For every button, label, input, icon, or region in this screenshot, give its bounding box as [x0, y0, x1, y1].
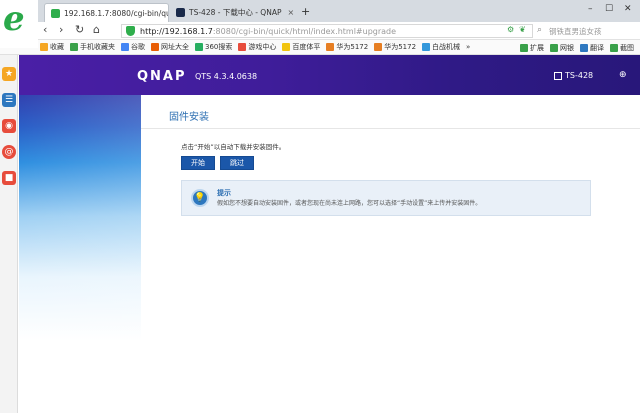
tip-title: 提示 [217, 189, 231, 197]
bookmark-huawei-1[interactable]: 华为5172 [326, 42, 368, 52]
browser-logo: e [0, 0, 38, 48]
tab-title: 192.168.1.7:8080/cgi-bin/quic [64, 8, 169, 18]
divider [141, 128, 640, 129]
model-name: TS-428 [565, 71, 594, 80]
bookmark-label: 白战机械 [432, 43, 461, 51]
scissors-icon [610, 43, 618, 52]
bookmarks-bar: 收藏 手机收藏夹 谷歌 网址大全 360搜索 游戏中心 百度体平 华为5172 … [0, 40, 640, 55]
bookmark-label: 网址大全 [161, 43, 189, 51]
star-icon[interactable]: ★ [2, 67, 16, 81]
360-icon [195, 43, 203, 51]
toolbar-right: 扩展 网银 翻译 截图 [516, 40, 640, 54]
google-icon [121, 43, 129, 51]
skip-button[interactable]: 跳过 [220, 156, 254, 170]
firmware-panel: 固件安装 点击“开始”以自动下载并安装固件。 开始 跳过 💡 提示 假如您不想要… [141, 95, 640, 413]
tab-title: TS-428 - 下载中心 - QNAP [189, 8, 282, 17]
qnap-page: QNAP QTS 4.3.4.0638 TS-428 ⊕ 固件安装 点击“开始”… [19, 55, 640, 413]
address-host: http://192.168.1.7 [140, 26, 213, 36]
bookmarks-more[interactable]: » [466, 43, 470, 51]
bookmark-label: 截图 [620, 43, 634, 52]
minimize-button[interactable]: – [588, 4, 593, 14]
sites-icon [151, 43, 159, 51]
bookmark-360[interactable]: 360搜索 [195, 42, 232, 52]
bookmark-label: 谷歌 [131, 43, 145, 51]
leaf-icon[interactable]: ❦ [519, 25, 526, 34]
bank-icon [550, 43, 558, 52]
maximize-button[interactable]: ☐ [605, 4, 613, 14]
star-icon [40, 43, 48, 51]
close-window-button[interactable]: ✕ [624, 4, 632, 14]
bookmark-label: 华为5172 [384, 43, 417, 51]
qnap-logo: QNAP [137, 69, 187, 84]
tip-box: 💡 提示 假如您不想要自动安装固件，或者您现在尚未连上网路，您可以选择“手动设置… [181, 180, 591, 216]
security-shield-icon [126, 26, 135, 36]
page-icon [51, 8, 60, 18]
game-icon[interactable]: ■ [2, 171, 16, 185]
bookmark-label: 百度体平 [292, 43, 321, 51]
extensions-button[interactable]: 扩展 [520, 43, 544, 53]
extension-icon [520, 43, 528, 52]
bookmark-mech[interactable]: 白战机械 [422, 42, 460, 52]
background-gradient [19, 55, 141, 413]
bookmark-mobile[interactable]: 手机收藏夹 [70, 42, 115, 52]
bookmark-games[interactable]: 游戏中心 [238, 42, 276, 52]
huawei-icon [326, 43, 335, 51]
new-tab-button[interactable]: + [301, 5, 310, 18]
address-path: :8080/cgi-bin/quick/html/index.html#upgr… [212, 26, 397, 36]
back-button[interactable]: ‹ [43, 23, 47, 36]
weibo-icon[interactable]: ◉ [2, 119, 16, 133]
gear-icon[interactable]: ⚙ [507, 25, 514, 34]
forward-button[interactable]: › [59, 23, 63, 36]
bank-button[interactable]: 网银 [550, 43, 574, 53]
mech-icon [422, 43, 431, 51]
screenshot-button[interactable]: 截图 [610, 43, 634, 53]
device-icon [554, 71, 562, 80]
qnap-favicon-icon [176, 8, 185, 17]
bookmark-label: 360搜索 [205, 43, 233, 51]
qnap-header: QNAP QTS 4.3.4.0638 TS-428 ⊕ [19, 55, 640, 95]
tip-text: 假如您不想要自动安装固件，或者您现在尚未连上网路，您可以选择“手动设置”来上传并… [217, 200, 482, 207]
qts-version: QTS 4.3.4.0638 [195, 72, 258, 81]
bookmark-favorites[interactable]: 收藏 [40, 42, 64, 52]
reload-button[interactable]: ↻ [75, 23, 84, 36]
bookmark-google[interactable]: 谷歌 [121, 42, 145, 52]
model-label: TS-428 [554, 71, 593, 80]
translate-button[interactable]: 翻译 [580, 43, 604, 53]
news-icon[interactable]: ☰ [2, 93, 16, 107]
folder-icon [282, 43, 291, 51]
translate-icon [580, 43, 588, 52]
bookmark-sites[interactable]: 网址大全 [151, 42, 189, 52]
page-title: 固件安装 [169, 112, 209, 123]
search-placeholder: 钢铁直男追女孩 [549, 26, 602, 36]
huawei-icon [374, 43, 383, 51]
lightbulb-icon: 💡 [191, 189, 209, 207]
address-bar[interactable]: http://192.168.1.7 :8080/cgi-bin/quick/h… [121, 24, 533, 38]
bookmark-label: 扩展 [530, 43, 544, 52]
bookmark-label: 手机收藏夹 [80, 43, 115, 51]
mobile-icon [70, 43, 78, 51]
description-text: 点击“开始”以自动下载并安装固件。 [181, 143, 286, 151]
games-icon [238, 43, 247, 51]
bookmark-label: 华为5172 [336, 43, 369, 51]
tab-strip: 192.168.1.7:8080/cgi-bin/quic × TS-428 -… [0, 0, 640, 22]
search-icon: ⌕ [537, 25, 543, 35]
address-icons: ⚙ ❦ [507, 25, 526, 34]
bookmark-label: 翻译 [590, 43, 604, 52]
bookmark-label: 网银 [560, 43, 574, 52]
browser-sidebar: ★ ☰ ◉ @ ■ [0, 55, 18, 413]
navigation-bar: ‹ › ↻ ⌂ http://192.168.1.7 :8080/cgi-bin… [0, 22, 640, 40]
bookmark-label: 收藏 [50, 43, 64, 51]
tab-download-center[interactable]: TS-428 - 下载中心 - QNAP × [170, 3, 296, 22]
home-button[interactable]: ⌂ [93, 23, 100, 36]
start-button[interactable]: 开始 [181, 156, 215, 170]
bookmark-huawei-2[interactable]: 华为5172 [374, 42, 416, 52]
tab-qnap-upgrade[interactable]: 192.168.1.7:8080/cgi-bin/quic × [44, 3, 169, 22]
browser-e-icon: e [3, 0, 25, 39]
search-box[interactable]: ⌕ 钢铁直男追女孩 [535, 24, 640, 38]
close-tab-icon[interactable]: × [281, 8, 294, 17]
language-globe-icon[interactable]: ⊕ [619, 70, 627, 80]
bookmark-folder[interactable]: 百度体平 [282, 42, 320, 52]
mail-icon[interactable]: @ [2, 145, 16, 159]
bookmark-label: 游戏中心 [248, 43, 277, 51]
